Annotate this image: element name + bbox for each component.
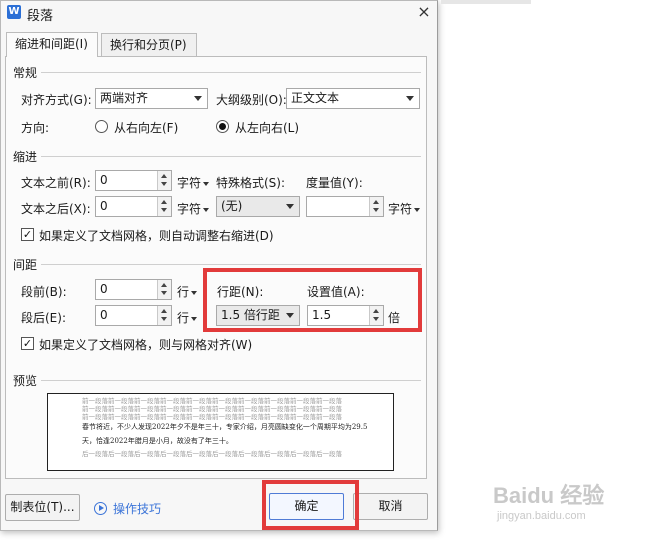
outline-level-label: 大纲级别(O): xyxy=(216,93,287,107)
tab-indent-spacing[interactable]: 缩进和间距(I) xyxy=(6,32,98,57)
unit-text: 字符 xyxy=(388,202,413,216)
close-icon[interactable]: × xyxy=(411,1,437,23)
unit-text: 行 xyxy=(177,285,190,299)
space-after-label: 段后(E): xyxy=(21,311,66,325)
indent-after-unit[interactable]: 字符 xyxy=(177,200,210,217)
tab-stops-button[interactable]: 制表位(T)... xyxy=(5,494,80,521)
chevron-down-icon xyxy=(406,96,414,101)
space-after-input[interactable]: 0 xyxy=(95,305,172,326)
auto-adjust-label[interactable]: 如果定义了文档网格，则自动调整右缩进(D) xyxy=(39,227,274,244)
play-icon[interactable] xyxy=(94,502,107,515)
space-before-input[interactable]: 0 xyxy=(95,279,172,300)
spin-buttons[interactable] xyxy=(157,171,171,190)
rtl-radio[interactable] xyxy=(95,120,108,133)
spin-down-icon[interactable] xyxy=(373,208,379,212)
special-format-value: (无) xyxy=(221,199,243,213)
auto-adjust-checkbox[interactable]: ✓ xyxy=(21,228,34,241)
ltr-radio[interactable] xyxy=(216,120,229,133)
preview-main-line: 春节将近，不少人发现2022年夕不是年三十，专家介绍，月亮圆缺变化一个周期平均为… xyxy=(82,423,368,431)
spin-up-icon[interactable] xyxy=(373,200,379,204)
spin-down-icon[interactable] xyxy=(161,317,167,321)
section-divider xyxy=(41,72,421,73)
caret-down-icon xyxy=(414,207,421,212)
indent-before-unit[interactable]: 字符 xyxy=(177,174,210,191)
alignment-select[interactable]: 两端对齐 xyxy=(95,88,208,109)
section-indent-title: 缩进 xyxy=(13,150,38,164)
rtl-label[interactable]: 从右向左(F) xyxy=(114,119,178,136)
tab-line-page-breaks[interactable]: 换行和分页(P) xyxy=(101,33,197,57)
section-divider xyxy=(41,156,421,157)
chevron-down-icon xyxy=(286,204,294,209)
preview-prev-line: 前一段落前一段落前一段落前一段落前一段落前一段落前一段落前一段落前一段落前一段落 xyxy=(82,397,342,405)
indent-before-value: 0 xyxy=(100,173,108,187)
alignment-label: 对齐方式(G): xyxy=(21,93,92,107)
preview-prev-line: 前一段落前一段落前一段落前一段落前一段落前一段落前一段落前一段落前一段落前一段落 xyxy=(82,413,342,421)
special-format-label: 特殊格式(S): xyxy=(216,176,286,190)
section-divider xyxy=(41,380,421,381)
space-after-unit[interactable]: 行 xyxy=(177,309,198,326)
snap-grid-checkbox[interactable]: ✓ xyxy=(21,337,34,350)
section-spacing-title: 间距 xyxy=(13,258,38,272)
paragraph-dialog: W 段落 × 缩进和间距(I) 换行和分页(P) 常规 对齐方式(G): 两端对… xyxy=(0,0,438,531)
spin-buttons[interactable] xyxy=(369,197,383,216)
measure-input[interactable] xyxy=(306,196,384,217)
space-before-unit[interactable]: 行 xyxy=(177,283,198,300)
spin-buttons[interactable] xyxy=(157,280,171,299)
indent-after-label: 文本之后(X): xyxy=(21,202,91,216)
paragraph-preview: 前一段落前一段落前一段落前一段落前一段落前一段落前一段落前一段落前一段落前一段落… xyxy=(47,393,394,471)
caret-down-icon xyxy=(203,207,210,212)
indent-before-label: 文本之前(R): xyxy=(21,176,91,190)
document-text-fragment xyxy=(441,0,531,4)
dialog-title: 段落 xyxy=(27,9,54,24)
chevron-down-icon xyxy=(194,96,202,101)
section-divider xyxy=(41,264,421,265)
indent-before-input[interactable]: 0 xyxy=(95,170,172,191)
spin-up-icon[interactable] xyxy=(161,200,167,204)
baidu-watermark-url: jingyan.baidu.com xyxy=(497,510,586,522)
spin-buttons[interactable] xyxy=(157,197,171,216)
caret-down-icon xyxy=(203,181,210,186)
preview-prev-line: 前一段落前一段落前一段落前一段落前一段落前一段落前一段落前一段落前一段落前一段落 xyxy=(82,405,342,413)
spin-buttons[interactable] xyxy=(157,306,171,325)
caret-down-icon xyxy=(191,290,198,295)
spin-down-icon[interactable] xyxy=(161,291,167,295)
highlight-line-spacing xyxy=(203,268,422,332)
cancel-button[interactable]: 取消 xyxy=(353,493,428,520)
caret-down-icon xyxy=(191,316,198,321)
measure-label: 度量值(Y): xyxy=(306,176,363,190)
space-before-label: 段前(B): xyxy=(21,285,67,299)
alignment-value: 两端对齐 xyxy=(100,91,149,105)
space-after-value: 0 xyxy=(100,308,108,322)
wps-app-icon: W xyxy=(7,5,21,19)
outline-level-value: 正文文本 xyxy=(291,91,340,105)
snap-grid-label[interactable]: 如果定义了文档网格，则与网格对齐(W) xyxy=(39,336,252,353)
section-preview-title: 预览 xyxy=(13,374,38,388)
unit-text: 行 xyxy=(177,311,190,325)
title-bar: W 段落 × xyxy=(1,1,437,25)
spin-up-icon[interactable] xyxy=(161,174,167,178)
spin-up-icon[interactable] xyxy=(161,283,167,287)
spin-down-icon[interactable] xyxy=(161,182,167,186)
indent-after-value: 0 xyxy=(100,199,108,213)
measure-unit[interactable]: 字符 xyxy=(388,200,421,217)
spin-up-icon[interactable] xyxy=(161,309,167,313)
indent-after-input[interactable]: 0 xyxy=(95,196,172,217)
unit-text: 字符 xyxy=(177,176,202,190)
direction-label: 方向: xyxy=(21,121,50,135)
special-format-select[interactable]: (无) xyxy=(216,196,300,217)
baidu-watermark: Baidu 经验 xyxy=(493,483,605,508)
section-general-title: 常规 xyxy=(13,66,38,80)
highlight-ok-button xyxy=(262,480,359,530)
outline-level-select[interactable]: 正文文本 xyxy=(286,88,420,109)
spin-down-icon[interactable] xyxy=(161,208,167,212)
preview-next-line: 后一段落后一段落后一段落后一段落后一段落后一段落后一段落后一段落后一段落后一段落 xyxy=(82,450,342,458)
unit-text: 字符 xyxy=(177,202,202,216)
space-before-value: 0 xyxy=(100,282,108,296)
ltr-label[interactable]: 从左向右(L) xyxy=(235,119,299,136)
tips-link[interactable]: 操作技巧 xyxy=(113,500,161,517)
preview-main-line: 天，恰逢2022年腊月是小月，故没有了年三十。 xyxy=(82,437,233,445)
